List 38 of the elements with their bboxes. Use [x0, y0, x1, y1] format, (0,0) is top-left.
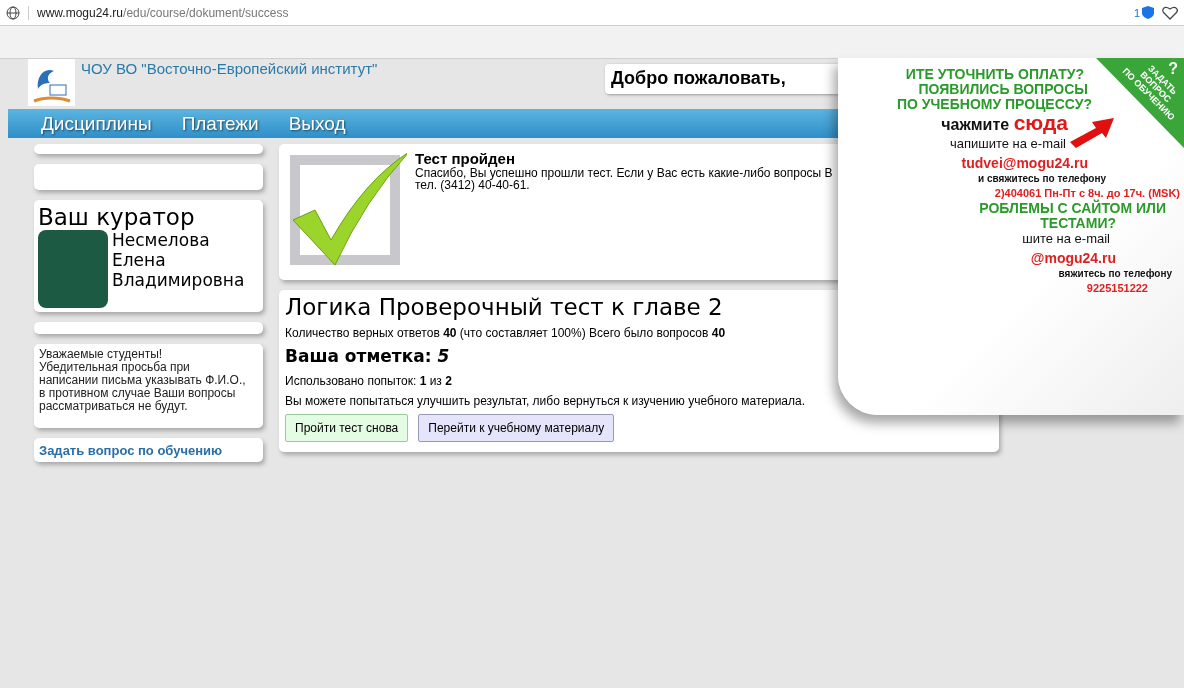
test-title: Логика Проверочный тест к главе 2	[285, 294, 724, 320]
grade-text: Ваша отметка: 5	[285, 346, 451, 366]
notice-text: Уважаемые студенты! Убедительная просьба при написании письма указывать Ф.И.О., в противном случае Ваши вопросы рассматриваться не будут.	[39, 348, 247, 413]
promo-text: ПО УЧЕБНОМУ ПРОЦЕССУ?	[896, 97, 1092, 112]
nav-link[interactable]: Платежи	[181, 112, 259, 135]
promo-text: ПОЯВИЛИСЬ ВОПРОСЫ	[917, 82, 1088, 97]
here-link[interactable]: сюда	[1013, 111, 1068, 134]
promo-text: 2)404061 Пн-Пт с 8ч. до 17ч. (MSK)	[993, 186, 1180, 199]
promo-text: вяжитесь по телефону	[1057, 267, 1172, 281]
material-button[interactable]: Перейти к учебному материалу	[418, 414, 615, 442]
hint-text: Вы можете попытаться улучшить результат, либо вернуться к изучению учебного материала.	[285, 394, 807, 408]
promo-page-curl[interactable]	[838, 58, 1184, 415]
promo-text: @mogu24.ru	[1029, 251, 1116, 266]
ask-question-link[interactable]: Задать вопрос по обучению	[39, 443, 223, 458]
promo-text: 9225151222	[1085, 281, 1148, 296]
heart-icon[interactable]	[1162, 5, 1178, 20]
institute-name: ЧОУ ВО "Восточно-Европейский институт"	[81, 60, 378, 79]
promo-text: чажмите сюда	[940, 112, 1068, 136]
retry-button[interactable]: Пройти тест снова	[285, 414, 409, 442]
promo-text: ТЕСТАМИ?	[1039, 216, 1116, 231]
nav-link[interactable]: Дисциплины	[41, 112, 152, 135]
promo-text: шите на e-mail	[1021, 231, 1110, 246]
promo-text: РОБЛЕМЫ С САЙТОМ ИЛИ	[978, 201, 1166, 216]
promo-text: ИТЕ УТОЧНИТЬ ОПЛАТУ?	[904, 67, 1084, 82]
promo-text: tudvei@mogu24.ru	[960, 156, 1088, 171]
curator-name: Несмелова Елена Владимировна	[112, 230, 245, 292]
curator-title: Ваш куратор	[38, 204, 196, 230]
institute-logo	[28, 59, 75, 106]
promo-text: и свяжитесь по телефону	[977, 172, 1106, 186]
correct-answers-text: Количество верных ответов 40 (что составляет 100%) Всего было вопросов 40	[285, 326, 727, 340]
success-title: Тест пройден	[415, 150, 516, 167]
phone-text: тел. (3412) 40-40-61.	[415, 179, 530, 191]
success-message: Спасибо, Вы успешно прошли тест. Если у Вас есть какие-либо вопросы В	[415, 167, 833, 179]
promo-text: чапишите на e-mail	[948, 136, 1066, 151]
globe-icon	[6, 5, 20, 20]
nav-link[interactable]: Выход	[288, 112, 346, 135]
attempts-text: Использовано попыток: 1 из 2	[285, 374, 453, 388]
address-bar[interactable]: www.mogu24.ru/edu/course/dokument/success	[28, 5, 1126, 20]
